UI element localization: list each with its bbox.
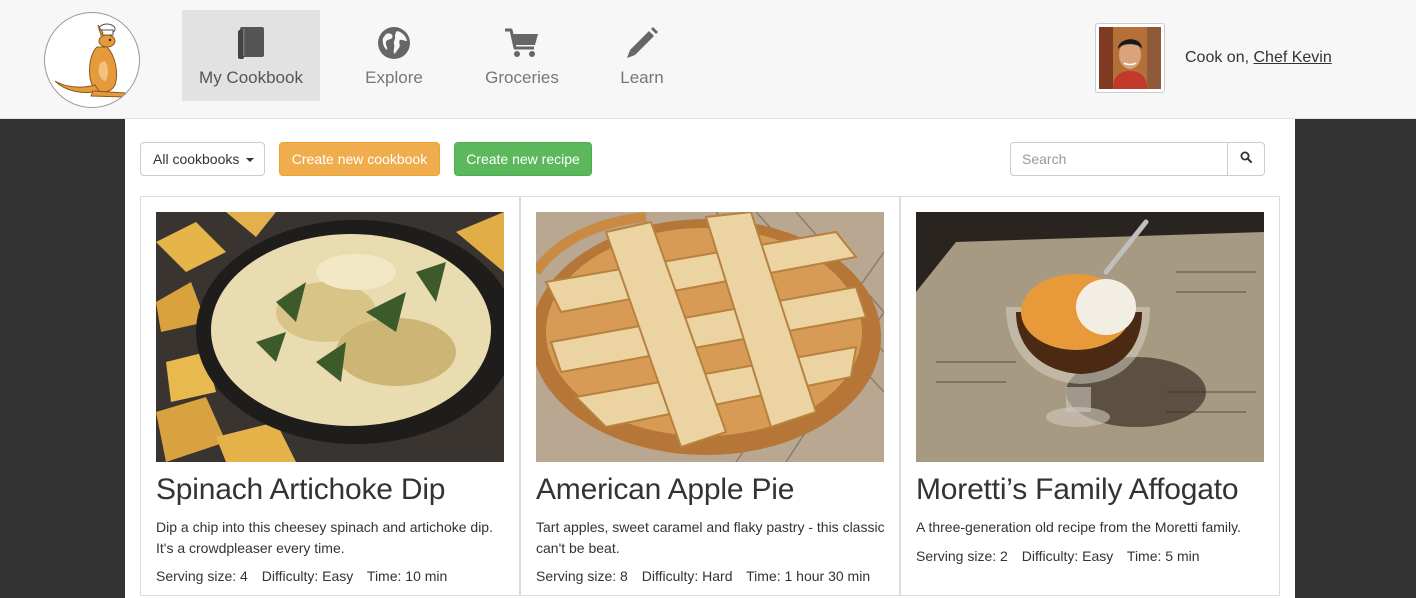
recipe-description: A three-generation old recipe from the M…: [916, 519, 1242, 535]
nav-my-cookbook[interactable]: My Cookbook: [182, 10, 320, 101]
recipe-card[interactable]: Moretti’s Family Affogato A three-genera…: [900, 196, 1280, 596]
pencil-icon: [624, 26, 660, 60]
nav-groceries[interactable]: Groceries: [470, 10, 574, 101]
create-cookbook-button[interactable]: Create new cookbook: [279, 142, 440, 176]
recipe-meta: Serving size: 4 Difficulty: Easy Time: 1…: [156, 568, 457, 584]
difficulty: Difficulty: Easy: [1021, 548, 1114, 564]
serving-size: Serving size: 8: [536, 568, 628, 584]
nav-label: Groceries: [485, 68, 559, 87]
difficulty: Difficulty: Hard: [641, 568, 733, 584]
globe-icon: [376, 26, 412, 60]
cookbook-filter-dropdown[interactable]: All cookbooks: [140, 142, 265, 176]
book-icon: [233, 26, 269, 60]
user-greeting: Cook on, Chef Kevin: [1185, 49, 1332, 67]
recipe-card[interactable]: Spinach Artichoke Dip Dip a chip into th…: [140, 196, 520, 596]
recipe-description: Tart apples, sweet caramel and flaky pas…: [536, 519, 885, 556]
user-avatar[interactable]: [1095, 23, 1165, 93]
recipe-meta: Serving size: 2 Difficulty: Easy Time: 5…: [916, 548, 1210, 564]
recipe-title[interactable]: American Apple Pie: [536, 473, 794, 507]
recipe-grid: Spinach Artichoke Dip Dip a chip into th…: [140, 196, 1280, 598]
recipe-title[interactable]: Moretti’s Family Affogato: [916, 473, 1239, 507]
nav-label: Learn: [620, 68, 664, 87]
top-header: My Cookbook Explore Groceries Learn Cook…: [0, 0, 1416, 119]
kangaroo-chef-logo[interactable]: [44, 12, 140, 108]
user-profile-link[interactable]: Chef Kevin: [1253, 49, 1331, 66]
caret-down-icon: [246, 158, 255, 163]
serving-size: Serving size: 2: [916, 548, 1008, 564]
search-input[interactable]: [1010, 142, 1228, 176]
recipe-photo-affogato[interactable]: [916, 212, 1264, 462]
recipe-meta: Serving size: 8 Difficulty: Hard Time: 1…: [536, 568, 880, 584]
cookbook-panel: All cookbooks Create new cookbook Create…: [125, 119, 1295, 598]
nav-label: Explore: [365, 68, 423, 87]
search-icon: [1240, 150, 1252, 168]
greeting-prefix: Cook on,: [1185, 49, 1254, 66]
recipe-title[interactable]: Spinach Artichoke Dip: [156, 473, 445, 507]
serving-size: Serving size: 4: [156, 568, 248, 584]
nav-label: My Cookbook: [199, 68, 303, 87]
difficulty: Difficulty: Easy: [261, 568, 354, 584]
recipe-photo-spinach-dip[interactable]: [156, 212, 504, 462]
nav-explore[interactable]: Explore: [345, 10, 443, 101]
recipe-card[interactable]: American Apple Pie Tart apples, sweet ca…: [520, 196, 900, 596]
create-recipe-button[interactable]: Create new recipe: [454, 142, 592, 176]
cook-time: Time: 10 min: [366, 568, 448, 584]
recipe-photo-apple-pie[interactable]: [536, 212, 884, 462]
cook-time: Time: 1 hour 30 min: [746, 568, 871, 584]
nav-learn[interactable]: Learn: [602, 10, 682, 101]
recipe-description: Dip a chip into this cheesey spinach and…: [156, 519, 493, 556]
cookbook-filter-label: All cookbooks: [153, 151, 240, 167]
cookbook-toolbar: All cookbooks Create new cookbook Create…: [125, 119, 1295, 197]
search-group: [1010, 142, 1265, 176]
search-button[interactable]: [1227, 142, 1265, 176]
cart-icon: [504, 26, 540, 60]
cook-time: Time: 5 min: [1126, 548, 1200, 564]
